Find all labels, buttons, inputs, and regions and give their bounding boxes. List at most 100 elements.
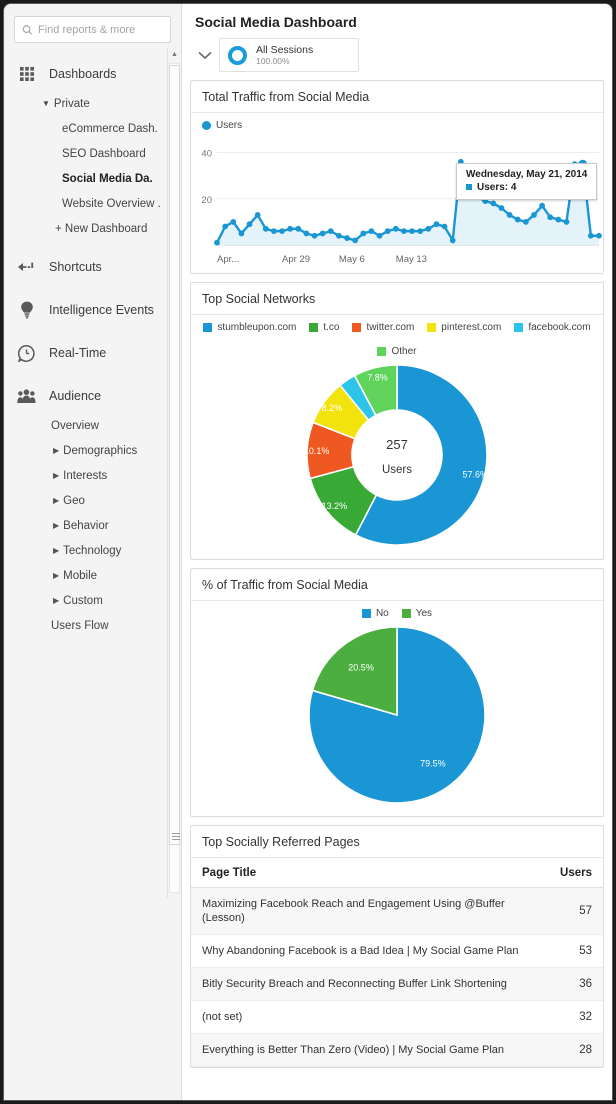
segment-bar: All Sessions 100.00%: [190, 38, 604, 72]
sidebar-item-users-flow[interactable]: Users Flow: [4, 613, 181, 638]
segment-all-sessions[interactable]: All Sessions 100.00%: [219, 38, 359, 72]
svg-text:Users: Users: [382, 464, 412, 476]
scrollbar-thumb[interactable]: [169, 65, 180, 845]
table-row[interactable]: Maximizing Facebook Reach and Engagement…: [191, 887, 603, 935]
cell-page-title[interactable]: Everything is Better Than Zero (Video) |…: [191, 1033, 549, 1067]
donut-chart-svg: 57.6% 13.2% 10.1% 8.2% 7.8% 257 Users: [304, 364, 488, 546]
sidebar-item-audience-overview[interactable]: Overview: [4, 413, 181, 438]
sidebar-item-label: Social Media Da.: [62, 172, 153, 185]
legend-label: facebook.com: [528, 322, 591, 333]
search-icon: [22, 24, 33, 35]
legend-item[interactable]: Yes: [401, 608, 432, 619]
pie-chart-area[interactable]: 79.5% 20.5%: [191, 621, 603, 816]
sidebar-item-geo[interactable]: ▶ Geo: [4, 488, 181, 513]
triangle-right-icon: ▶: [53, 545, 60, 555]
sidebar-item-label: Dashboards: [49, 67, 117, 81]
svg-text:257: 257: [386, 437, 408, 452]
sidebar-item-dashboards[interactable]: Dashboards: [4, 57, 181, 91]
sidebar-item-label: Real-Time: [49, 346, 107, 360]
column-header-page-title[interactable]: Page Title: [191, 858, 549, 888]
svg-text:Apr 29: Apr 29: [282, 254, 310, 265]
widget-title: Top Socially Referred Pages: [191, 826, 603, 858]
sidebar-item-audience[interactable]: Audience: [4, 379, 181, 413]
legend-label: No: [375, 608, 389, 619]
table-header-row: Page Title Users: [191, 858, 603, 888]
legend-swatch-icon: [377, 347, 387, 356]
legend-item[interactable]: facebook.com: [514, 322, 591, 333]
sidebar-item-behavior[interactable]: ▶ Behavior: [4, 513, 181, 538]
sidebar-item-seo-dashboard[interactable]: SEO Dashboard: [4, 141, 181, 166]
analytics-window: Dashboards ▼ Private eCommerce Dash. SEO…: [4, 4, 612, 1100]
legend-swatch-icon: [309, 323, 319, 332]
widget-pct-traffic: % of Traffic from Social Media No Yes 79.…: [190, 568, 604, 817]
legend-label: Other: [391, 346, 417, 357]
legend-label: Users: [216, 120, 243, 131]
legend-item[interactable]: No: [361, 608, 389, 619]
svg-text:May 13: May 13: [396, 254, 427, 265]
sidebar-item-mobile[interactable]: ▶ Mobile: [4, 563, 181, 588]
legend-item[interactable]: t.co: [309, 322, 339, 333]
sidebar-item-shortcuts[interactable]: Shortcuts: [4, 250, 181, 284]
legend-item[interactable]: stumbleupon.com: [203, 322, 296, 333]
table-body: Maximizing Facebook Reach and Engagement…: [191, 887, 603, 1067]
scrollbar-grip-icon: [172, 833, 180, 840]
search-box[interactable]: [14, 16, 171, 43]
pie-chart-svg: 79.5% 20.5%: [308, 626, 486, 804]
triangle-right-icon: ▶: [53, 445, 60, 455]
legend-item[interactable]: pinterest.com: [427, 322, 501, 333]
sidebar-item-real-time[interactable]: Real-Time: [4, 336, 181, 370]
sidebar-item-custom[interactable]: ▶ Custom: [4, 588, 181, 613]
cell-users: 28: [549, 1033, 603, 1067]
new-dashboard-button[interactable]: + New Dashboard: [4, 216, 181, 241]
arrow-left-icon: [17, 258, 36, 277]
cell-users: 32: [549, 1000, 603, 1034]
sidebar-item-website-overview[interactable]: Website Overview .: [4, 191, 181, 216]
sidebar: Dashboards ▼ Private eCommerce Dash. SEO…: [4, 4, 182, 1100]
sidebar-item-interests[interactable]: ▶ Interests: [4, 463, 181, 488]
table-row[interactable]: Bitly Security Breach and Reconnecting B…: [191, 967, 603, 1001]
table-row[interactable]: Why Abandoning Facebook is a Bad Idea | …: [191, 934, 603, 968]
svg-text:57.6%: 57.6%: [462, 470, 488, 480]
cell-page-title[interactable]: Why Abandoning Facebook is a Bad Idea | …: [191, 934, 549, 968]
sidebar-item-social-media-dashboard[interactable]: Social Media Da.: [4, 166, 181, 191]
sidebar-item-label: Custom: [63, 594, 103, 607]
line-chart-svg: 20 40 Apr... Apr 29 May 6 May 13: [201, 149, 602, 265]
sidebar-item-ecommerce-dash[interactable]: eCommerce Dash.: [4, 116, 181, 141]
segment-panel-toggle[interactable]: [190, 38, 219, 72]
sidebar-item-technology[interactable]: ▶ Technology: [4, 538, 181, 563]
widget-top-socially-referred-pages: Top Socially Referred Pages Page Title U…: [190, 825, 604, 1068]
line-chart-area[interactable]: 20 40 Apr... Apr 29 May 6 May 13 Wednesday, M…: [191, 133, 603, 273]
sidebar-scrollbar[interactable]: ▲: [167, 48, 181, 898]
main-content: Social Media Dashboard All Sessions 100.…: [182, 4, 612, 1100]
tooltip-swatch-icon: [466, 184, 472, 190]
sidebar-item-intelligence-events[interactable]: Intelligence Events: [4, 293, 181, 327]
svg-text:8.2%: 8.2%: [322, 403, 343, 413]
legend-swatch-icon: [361, 609, 371, 618]
sidebar-item-label: Demographics: [63, 444, 138, 457]
line-chart-legend: Users: [191, 113, 603, 133]
grid-icon: [17, 65, 36, 84]
legend-item-users[interactable]: Users: [202, 120, 242, 131]
triangle-right-icon: ▶: [53, 470, 60, 480]
svg-text:10.1%: 10.1%: [304, 446, 330, 456]
scroll-up-arrow-icon[interactable]: ▲: [168, 48, 181, 61]
cell-page-title[interactable]: (not set): [191, 1000, 549, 1034]
sidebar-item-demographics[interactable]: ▶ Demographics: [4, 438, 181, 463]
table-row[interactable]: Everything is Better Than Zero (Video) |…: [191, 1033, 603, 1067]
cell-page-title[interactable]: Maximizing Facebook Reach and Engagement…: [191, 887, 549, 935]
donut-chart-area[interactable]: 57.6% 13.2% 10.1% 8.2% 7.8% 257 Users: [191, 359, 603, 559]
column-header-users[interactable]: Users: [549, 858, 603, 888]
legend-item[interactable]: twitter.com: [352, 322, 414, 333]
table-row[interactable]: (not set) 32: [191, 1000, 603, 1034]
cell-page-title[interactable]: Bitly Security Breach and Reconnecting B…: [191, 967, 549, 1001]
search-input[interactable]: [33, 22, 163, 37]
chart-tooltip: Wednesday, May 21, 2014 Users: 4: [456, 163, 598, 200]
legend-swatch-icon: [203, 323, 213, 332]
legend-item[interactable]: Other: [377, 346, 417, 357]
triangle-down-icon: ▼: [42, 99, 50, 108]
sidebar-group-private[interactable]: ▼ Private: [4, 91, 181, 116]
legend-swatch-icon: [514, 323, 524, 332]
